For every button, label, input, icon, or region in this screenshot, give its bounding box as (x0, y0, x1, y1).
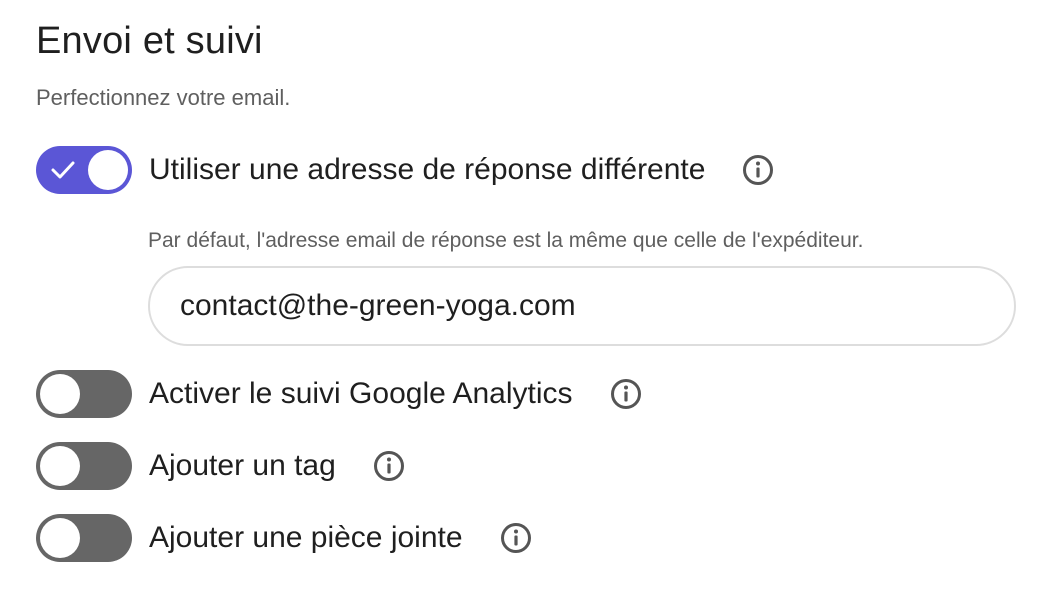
toggle-knob (40, 518, 80, 558)
section-subtitle: Perfectionnez votre email. (36, 85, 291, 110)
reply-to-toggle[interactable] (36, 146, 132, 194)
attachment-label: Ajouter une pièce jointe (149, 521, 463, 554)
info-icon[interactable] (741, 153, 775, 187)
reply-to-help-text: Par défaut, l'adresse email de réponse e… (148, 229, 864, 252)
reply-to-label: Utiliser une adresse de réponse différen… (149, 153, 706, 186)
google-analytics-toggle[interactable] (36, 370, 132, 418)
tag-toggle[interactable] (36, 442, 132, 490)
tag-row: Ajouter un tag (36, 442, 406, 490)
toggle-knob (88, 150, 128, 190)
google-analytics-row: Activer le suivi Google Analytics (36, 370, 643, 418)
section-title: Envoi et suivi (36, 20, 263, 62)
toggle-knob (40, 374, 80, 414)
info-icon[interactable] (609, 377, 643, 411)
google-analytics-label: Activer le suivi Google Analytics (149, 377, 573, 410)
attachment-row: Ajouter une pièce jointe (36, 514, 533, 562)
info-icon[interactable] (499, 521, 533, 555)
attachment-toggle[interactable] (36, 514, 132, 562)
checkmark-icon (51, 161, 75, 179)
reply-to-email-input[interactable] (148, 266, 1016, 346)
toggle-knob (40, 446, 80, 486)
tag-label: Ajouter un tag (149, 449, 336, 482)
reply-to-row: Utiliser une adresse de réponse différen… (36, 146, 775, 194)
info-icon[interactable] (372, 449, 406, 483)
